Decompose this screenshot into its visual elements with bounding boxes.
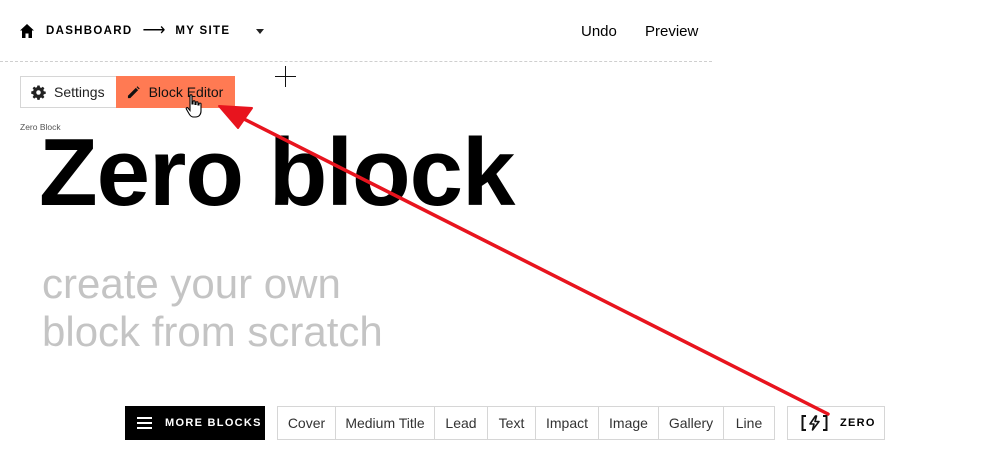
block-headline: Zero block [39, 119, 515, 226]
breadcrumb-separator: ⟶ [142, 22, 166, 39]
block-category-tabs: Cover Medium Title Lead Text Impact Imag… [277, 406, 775, 440]
hand-cursor-icon [185, 94, 202, 118]
subtext-line-1: create your own [42, 260, 341, 307]
tab-line[interactable]: Line [724, 407, 774, 439]
preview-button[interactable]: Preview [645, 23, 698, 40]
undo-button[interactable]: Undo [581, 23, 617, 40]
zero-block-button[interactable]: ZERO [787, 406, 885, 440]
chevron-down-icon[interactable] [256, 29, 264, 34]
top-bar: DASHBOARD ⟶ MY SITE Undo Preview [0, 0, 712, 62]
breadcrumb-dashboard[interactable]: DASHBOARD [46, 25, 132, 37]
zero-block-icon [801, 415, 828, 431]
block-toolbar: Settings Block Editor [20, 76, 236, 108]
block-subtext: create your own block from scratch [42, 260, 383, 356]
breadcrumb-my-site[interactable]: MY SITE [175, 25, 230, 37]
zero-label: ZERO [840, 417, 876, 429]
subtext-line-2: block from scratch [42, 308, 383, 355]
annotation-arrow [218, 105, 830, 416]
header-divider [0, 61, 712, 62]
block-editor-button[interactable]: Block Editor [115, 76, 236, 108]
tab-gallery[interactable]: Gallery [659, 407, 724, 439]
tab-impact[interactable]: Impact [536, 407, 599, 439]
tab-image[interactable]: Image [599, 407, 659, 439]
more-blocks-button[interactable]: MORE BLOCKS [125, 406, 265, 440]
pencil-icon [127, 85, 140, 98]
home-icon[interactable] [19, 23, 35, 39]
more-blocks-label: MORE BLOCKS [165, 417, 262, 429]
tab-cover[interactable]: Cover [278, 407, 336, 439]
breadcrumb: DASHBOARD ⟶ MY SITE [19, 23, 230, 39]
tab-medium-title[interactable]: Medium Title [336, 407, 435, 439]
settings-button[interactable]: Settings [20, 76, 116, 108]
menu-icon [137, 417, 152, 429]
settings-label: Settings [54, 84, 105, 100]
tab-text[interactable]: Text [488, 407, 536, 439]
tab-lead[interactable]: Lead [435, 407, 488, 439]
crosshair-cursor-icon [275, 66, 296, 87]
gear-icon [31, 84, 46, 100]
